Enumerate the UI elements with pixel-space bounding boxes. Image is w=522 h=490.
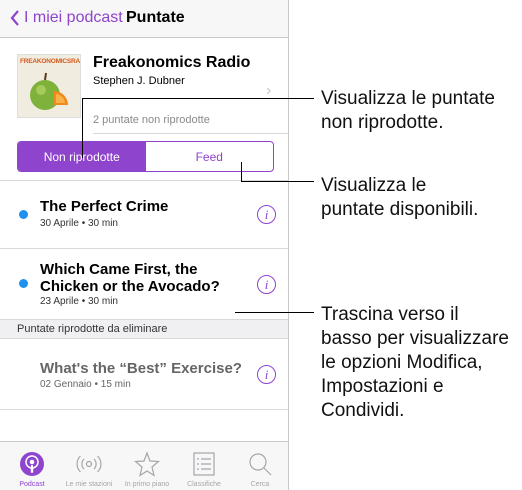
podcast-header[interactable]: FREAKONOMICSRADIO Freakonomics Radio Ste… <box>0 38 288 134</box>
callout-pulldown: Trascina verso il basso per visualizzare… <box>321 303 509 423</box>
callout-line-text: Visualizza le <box>321 175 427 196</box>
section-header: Puntate riprodotte da eliminare <box>0 319 288 339</box>
callout-line <box>82 98 314 99</box>
callout-line <box>82 98 83 158</box>
episode-title-line1: Which Came First, the <box>40 261 198 278</box>
tab-search[interactable]: Cerca <box>231 442 288 490</box>
section-header-label: Puntate riprodotte da eliminare <box>17 323 168 335</box>
episode-row[interactable]: Which Came First, the Chicken or the Avo… <box>0 249 288 319</box>
info-icon[interactable]: i <box>257 205 276 224</box>
played-episode-row[interactable]: What's the “Best” Exercise? 02 Gennaio •… <box>0 339 288 409</box>
podcast-title: Freakonomics Radio <box>93 54 251 71</box>
info-icon[interactable]: i <box>257 275 276 294</box>
segmented-control: Non riprodotte Feed <box>17 141 274 172</box>
tab-bar: Podcast Le mie stazioni In primo piano C… <box>0 441 288 490</box>
callout-line <box>241 162 242 182</box>
unplayed-dot-icon <box>19 210 28 219</box>
list-icon <box>193 452 215 476</box>
apple-orange-art <box>30 72 68 110</box>
segment-feed[interactable]: Feed <box>146 142 274 171</box>
callout-line-text: Condividi. <box>321 400 405 421</box>
callout-line-text: le opzioni Modifica, <box>321 352 483 373</box>
callout-line <box>241 181 314 182</box>
star-icon <box>134 451 160 477</box>
podcast-artwork: FREAKONOMICSRADIO <box>17 54 81 118</box>
callout-line-text: basso per visualizzare <box>321 328 509 349</box>
tab-label: Classifiche <box>187 481 221 488</box>
navigation-bar: I miei podcast Puntate <box>0 0 288 38</box>
tab-label: In primo piano <box>124 481 170 488</box>
callout-line-text: Visualizza le puntate <box>321 88 495 109</box>
search-icon <box>249 453 272 476</box>
episode-title: The Perfect Crime <box>40 198 169 215</box>
callout-line-text: Impostazioni e <box>321 376 444 397</box>
unplayed-count: 2 puntate non riprodotte <box>93 114 210 126</box>
callout-line-text: puntate disponibili. <box>321 199 479 220</box>
page-title: Puntate <box>126 9 185 26</box>
tab-charts[interactable]: Classifiche <box>175 442 233 490</box>
episode-meta: 23 Aprile • 30 min <box>40 296 118 307</box>
callout-feed: Visualizza le puntate disponibili. <box>321 174 478 222</box>
callout-line-text: non riprodotte. <box>321 112 444 133</box>
tab-featured[interactable]: In primo piano <box>118 442 176 490</box>
tab-stations[interactable]: Le mie stazioni <box>60 442 118 490</box>
back-label: I miei podcast <box>24 9 123 26</box>
info-icon[interactable]: i <box>257 365 276 384</box>
callout-unplayed: Visualizza le puntate non riprodotte. <box>321 87 495 135</box>
back-button[interactable]: I miei podcast <box>10 9 123 27</box>
chevron-left-icon <box>10 10 19 26</box>
episode-title-line2: Chicken or the Avocado? <box>40 278 220 295</box>
divider <box>0 409 288 410</box>
episode-title: What's the “Best” Exercise? <box>40 360 242 377</box>
callout-line-text: Trascina verso il <box>321 304 459 325</box>
podcast-author: Stephen J. Dubner <box>93 75 185 87</box>
divider <box>93 133 288 134</box>
episode-meta: 02 Gennaio • 15 min <box>40 379 131 390</box>
tab-label: Le mie stazioni <box>65 481 113 488</box>
phone-screen: I miei podcast Puntate FREAKONOMICSRADIO… <box>0 0 289 490</box>
tab-podcast[interactable]: Podcast <box>3 442 61 490</box>
callout-line <box>235 312 314 313</box>
episode-meta: 30 Aprile • 30 min <box>40 218 118 229</box>
tab-label: Cerca <box>250 481 270 488</box>
episode-row[interactable]: The Perfect Crime 30 Aprile • 30 min i <box>0 181 288 248</box>
podcast-icon <box>20 452 44 476</box>
stations-icon <box>76 455 102 473</box>
tab-label: Podcast <box>19 481 45 488</box>
unplayed-dot-icon <box>19 279 28 288</box>
